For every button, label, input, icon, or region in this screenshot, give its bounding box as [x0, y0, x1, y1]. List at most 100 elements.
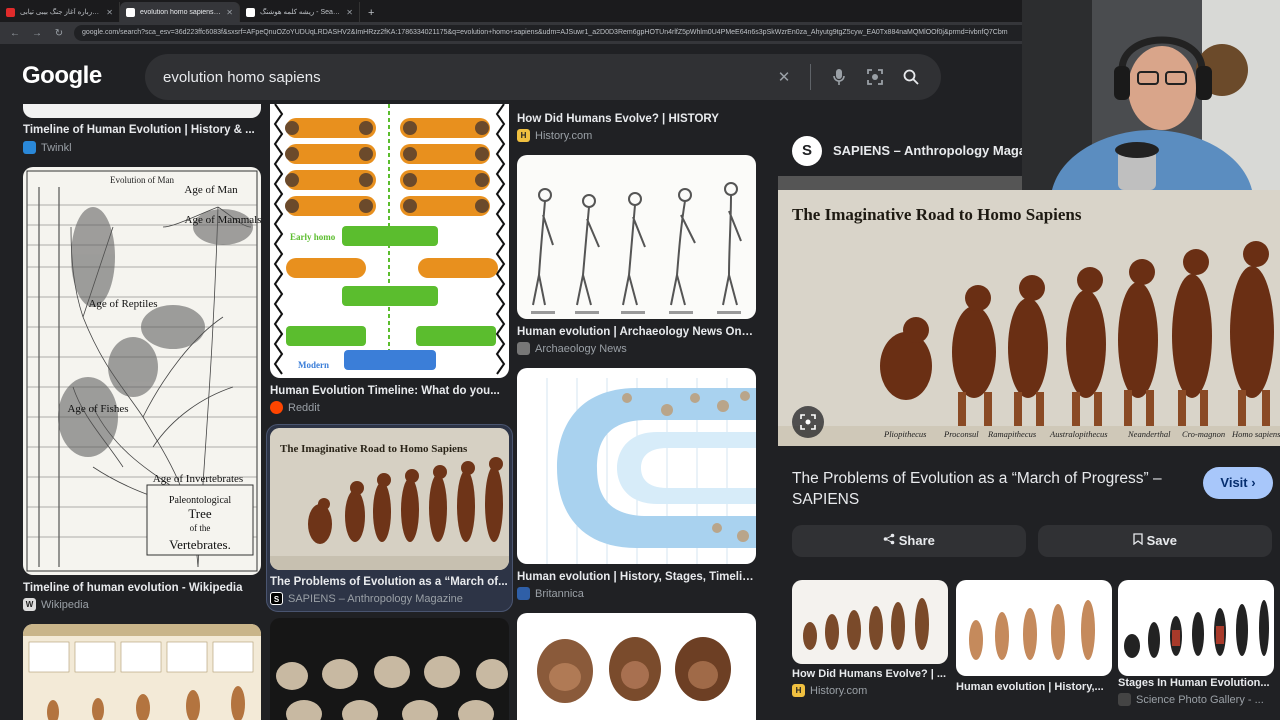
timeline-early-label: Early homo [290, 232, 336, 242]
result-title[interactable]: The Problems of Evolution as a “March of… [270, 576, 509, 588]
related-source[interactable]: Science Photo Gallery - ... [1118, 693, 1264, 706]
result-source[interactable]: W Wikipedia [23, 598, 89, 611]
result-source[interactable]: Twinkl [23, 141, 72, 154]
result-image-evolution-timeline[interactable]: Early homo Modern [270, 104, 509, 378]
related-source[interactable]: H History.com [792, 684, 867, 697]
result-title[interactable]: Human evolution | History, Stages, Timel… [517, 571, 756, 583]
microphone-icon[interactable] [827, 65, 851, 89]
close-tab-icon[interactable]: ✕ [226, 8, 233, 17]
tab-title: evolution homo sapiens - Goo [140, 8, 221, 16]
source-name: Science Photo Gallery - ... [1136, 693, 1264, 706]
share-label: Share [898, 533, 935, 548]
tree-age-label: Age of Invertebrates [153, 473, 243, 485]
clear-icon[interactable]: ✕ [772, 65, 796, 89]
timeline-modern-label: Modern [298, 360, 329, 370]
poster-label: Pliopithecus [883, 429, 927, 439]
result-image-top-partial[interactable] [23, 104, 261, 118]
result-image-phylogeny-chart[interactable] [517, 368, 756, 564]
result-source[interactable]: Britannica [517, 587, 584, 600]
result-title[interactable]: Human evolution | Archaeology News Onlin… [517, 326, 756, 338]
result-image-skeletons[interactable] [517, 155, 756, 319]
search-box: ✕ [145, 54, 941, 100]
preview-image[interactable]: The Imaginative Road to Homo Sapiens Pli… [778, 176, 1280, 578]
browser-tab-1[interactable]: آموزه درباره آغاز جنگ بیبی تیابی ✕ [0, 2, 120, 22]
source-name: Archaeology News [535, 342, 627, 355]
tree-footer-text: Paleontological [169, 495, 231, 506]
panel-site-name[interactable]: SAPIENS – Anthropology Magaz [833, 143, 1033, 158]
wikipedia-favicon-icon: W [23, 598, 36, 611]
result-source[interactable]: H History.com [517, 129, 592, 142]
tree-age-label: Age of Man [184, 184, 238, 196]
tab-title: ریشه کلمه هوشنگ - Search [260, 9, 342, 16]
source-name: History.com [535, 129, 593, 142]
result-source[interactable]: Archaeology News [517, 342, 627, 355]
science-photo-favicon-icon [1118, 693, 1131, 706]
visit-button[interactable]: Visit › [1203, 467, 1273, 499]
tree-footer-text: of the [190, 523, 211, 533]
back-arrow-icon[interactable]: ← [8, 28, 22, 39]
result-source[interactable]: Reddit [270, 401, 320, 414]
poster-caption-small: The Imaginative Road to Homo Sapiens [280, 443, 468, 455]
twinkl-favicon-icon [23, 141, 36, 154]
browser-tab-3[interactable]: ریشه کلمه هوشنگ - Search ✕ [240, 2, 360, 22]
source-name: Britannica [535, 587, 584, 600]
reddit-favicon-icon [270, 401, 283, 414]
search-icon[interactable] [899, 65, 923, 89]
close-tab-icon[interactable]: ✕ [346, 8, 353, 17]
poster-label: Ramapithecus [987, 429, 1037, 439]
visit-label: Visit [1220, 475, 1248, 490]
tree-age-label: Age of Fishes [67, 403, 128, 415]
google-favicon-icon [126, 7, 135, 17]
save-button[interactable]: Save [1038, 525, 1272, 557]
source-name: History.com [810, 684, 868, 697]
poster-label: Australopithecus [1049, 429, 1108, 439]
search-input[interactable] [163, 68, 760, 86]
chevron-right-icon: › [1251, 475, 1256, 490]
lens-search-icon[interactable] [792, 406, 824, 438]
google-favicon-icon [246, 7, 255, 17]
history-favicon-icon: H [792, 684, 805, 697]
panel-title[interactable]: The Problems of Evolution as a “March of… [792, 468, 1192, 510]
tree-age-label: Age of Reptiles [88, 298, 157, 310]
result-source[interactable]: S SAPIENS – Anthropology Magazine [270, 592, 463, 605]
britannica-favicon-icon [517, 587, 530, 600]
related-image-3[interactable] [1118, 580, 1274, 676]
new-tab-button[interactable]: + [360, 7, 382, 22]
related-image-2[interactable] [956, 580, 1112, 676]
image-preview-panel: S SAPIENS – Anthropology Magaz The Imagi… [778, 128, 1280, 720]
history-favicon-icon: H [517, 129, 530, 142]
browser-tab-2[interactable]: evolution homo sapiens - Goo ✕ [120, 2, 240, 22]
tree-header-text: Evolution of Man [110, 175, 174, 185]
result-image-hominin-faces[interactable] [517, 613, 756, 720]
share-icon [883, 533, 899, 548]
tree-age-label: Age of Mammals [185, 214, 261, 226]
lens-camera-icon[interactable] [863, 65, 887, 89]
youtube-favicon-icon [6, 7, 15, 17]
result-image-evolution-tree[interactable]: Evolution of Man Age of Man Age of Mamma… [23, 167, 261, 575]
source-name: SAPIENS – Anthropology Magazine [288, 592, 463, 605]
result-image-skulls[interactable] [270, 618, 509, 720]
result-image-march-of-progress[interactable]: The Imaginative Road to Homo Sapiens [270, 428, 509, 570]
forward-arrow-icon[interactable]: → [30, 28, 44, 39]
result-title[interactable]: How Did Humans Evolve? | HISTORY [517, 113, 756, 125]
result-image-australopithecus-chart[interactable] [23, 624, 261, 720]
result-title[interactable]: Timeline of human evolution - Wikipedia [23, 582, 261, 594]
tab-title: آموزه درباره آغاز جنگ بیبی تیابی [20, 9, 101, 16]
bookmark-icon [1133, 533, 1147, 548]
related-image-1[interactable] [792, 580, 948, 664]
tree-footer-text: Vertebrates. [169, 537, 231, 552]
related-title[interactable]: Human evolution | History,... [956, 681, 1112, 693]
sapiens-favicon-icon: S [270, 592, 283, 605]
save-label: Save [1146, 533, 1177, 548]
result-title[interactable]: Timeline of Human Evolution | History & … [23, 124, 261, 136]
related-title[interactable]: How Did Humans Evolve? | ... [792, 668, 948, 680]
webcam-overlay [1022, 0, 1280, 190]
close-tab-icon[interactable]: ✕ [106, 8, 113, 17]
sapiens-logo-icon[interactable]: S [792, 136, 822, 166]
share-button[interactable]: Share [792, 525, 1026, 557]
result-title[interactable]: Human Evolution Timeline: What do you... [270, 385, 509, 397]
reload-icon[interactable]: ↻ [52, 28, 66, 39]
poster-label: Homo sapiens [1231, 429, 1280, 439]
related-title[interactable]: Stages In Human Evolution... [1118, 677, 1274, 689]
google-logo[interactable]: Google [22, 62, 102, 90]
